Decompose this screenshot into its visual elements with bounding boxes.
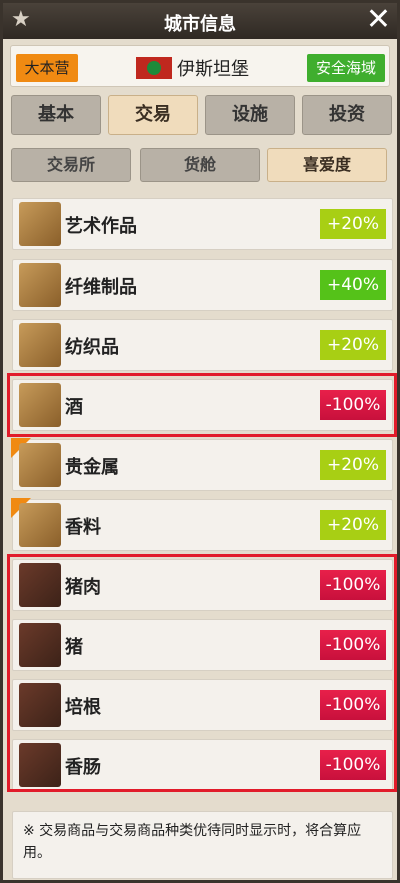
tab-investment[interactable]: 投资 [302, 95, 392, 135]
home-port-badge: 大本营 [16, 54, 78, 82]
tab-trade[interactable]: 交易 [108, 95, 198, 135]
subtab-preference[interactable]: 喜爱度 [267, 148, 387, 182]
tab-basic[interactable]: 基本 [11, 95, 101, 135]
list-item[interactable]: 纤维制品 +40% [12, 259, 393, 311]
highlight-box [7, 554, 397, 792]
preference-value: +20% [320, 209, 386, 239]
spice-scroll-icon [19, 503, 61, 547]
goods-name: 纺织品 [65, 337, 119, 358]
city-info-panel: ★ 城市信息 ✕ 大本营 伊斯坦堡 安全海域 基本 交易 设施 投资 交易所 货… [0, 0, 400, 883]
preference-value: +40% [320, 270, 386, 300]
list-item[interactable]: 纺织品 +20% [12, 319, 393, 371]
preference-value: +20% [320, 450, 386, 480]
fiber-scroll-icon [19, 263, 61, 307]
list-item[interactable]: 艺术作品 +20% [12, 198, 393, 250]
goods-name: 艺术作品 [65, 216, 137, 237]
goods-name: 香料 [65, 517, 101, 538]
close-icon[interactable]: ✕ [366, 3, 391, 37]
goods-name: 纤维制品 [65, 277, 137, 298]
highlight-box [7, 373, 397, 437]
subtab-exchange[interactable]: 交易所 [11, 148, 131, 182]
main-tabs: 基本 交易 设施 投资 [11, 95, 392, 137]
flag-icon [136, 57, 172, 79]
safe-waters-badge: 安全海域 [307, 54, 385, 82]
title-bar: ★ 城市信息 ✕ [3, 3, 397, 39]
city-header: 大本营 伊斯坦堡 安全海域 [10, 45, 390, 87]
textile-scroll-icon [19, 323, 61, 367]
city-name: 伊斯坦堡 [177, 59, 249, 80]
panel-title: 城市信息 [164, 14, 236, 35]
art-scroll-icon [19, 202, 61, 246]
subtab-cargo[interactable]: 货舱 [140, 148, 260, 182]
list-item[interactable]: 贵金属 +20% [11, 438, 393, 491]
goods-name: 贵金属 [65, 457, 119, 478]
preference-value: +20% [320, 330, 386, 360]
metal-scroll-icon [19, 443, 61, 487]
preference-value: +20% [320, 510, 386, 540]
sub-tabs: 交易所 货舱 喜爱度 [11, 148, 391, 184]
tab-facilities[interactable]: 设施 [205, 95, 295, 135]
note-text: ※ 交易商品与交易商品种类优待同时显示时，将合算应用。 [12, 811, 393, 879]
list-item[interactable]: 香料 +20% [11, 498, 393, 551]
